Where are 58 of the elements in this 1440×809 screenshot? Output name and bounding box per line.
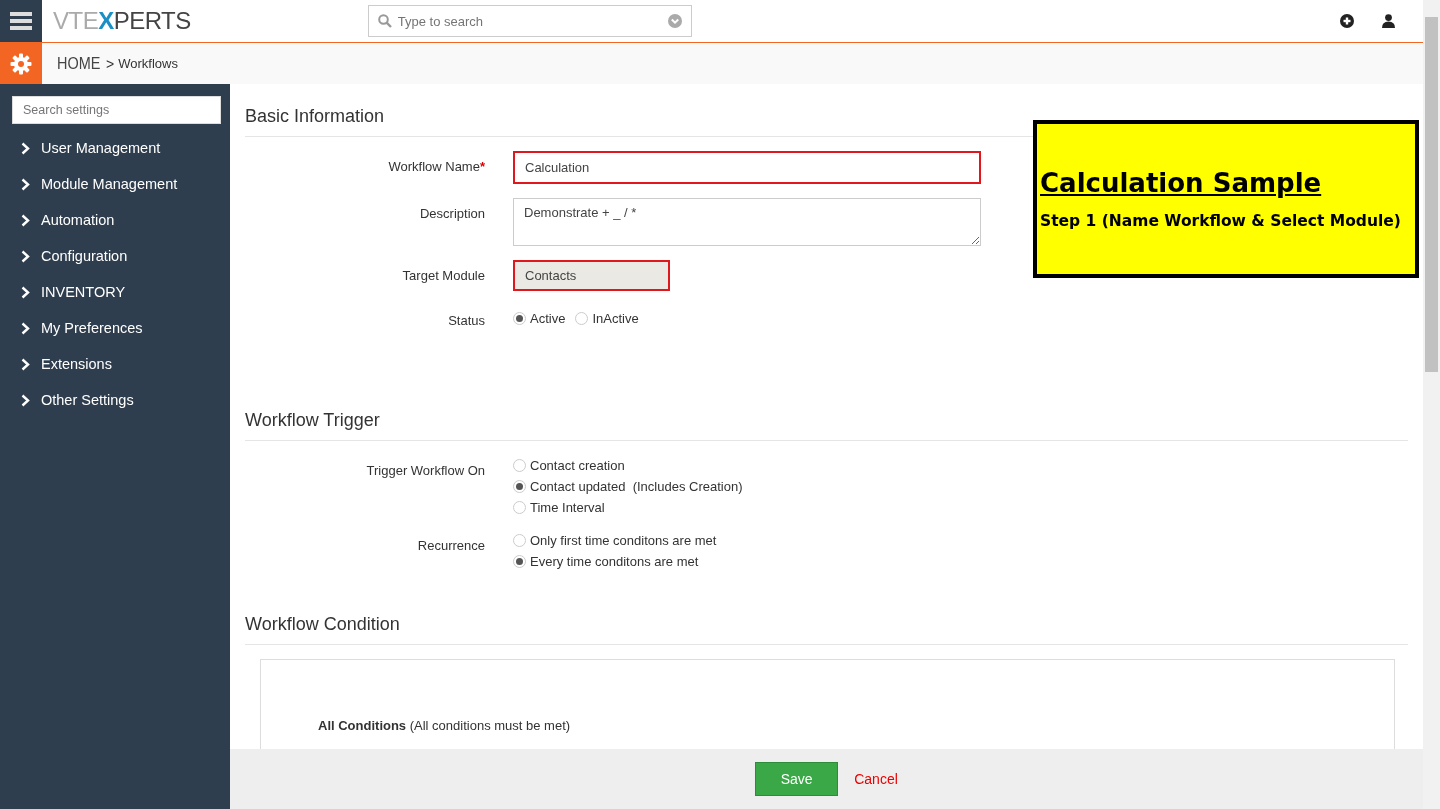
sidebar-item[interactable]: Automation: [0, 202, 230, 238]
scrollbar[interactable]: [1423, 0, 1440, 809]
sidebar-item[interactable]: Other Settings: [0, 382, 230, 418]
chevron-icon: [21, 177, 30, 191]
chevron-icon: [21, 141, 30, 155]
breadcrumb-home[interactable]: HOME: [57, 53, 101, 74]
option-label: Every time conditons are met: [530, 553, 699, 569]
description-field[interactable]: Demonstrate + _ / *: [513, 198, 981, 246]
menu-icon: [10, 12, 32, 30]
sidebar-item[interactable]: Configuration: [0, 238, 230, 274]
radio-button[interactable]: [513, 554, 526, 568]
option-label: Active: [530, 310, 566, 326]
chevron-icon: [21, 321, 30, 335]
user-icon[interactable]: [1382, 14, 1395, 28]
sidebar-item[interactable]: Extensions: [0, 346, 230, 382]
breadcrumb-separator: >: [106, 55, 115, 72]
field-label: Trigger Workflow On: [365, 462, 486, 478]
sidebar-item[interactable]: User Management: [0, 130, 230, 166]
radio-button[interactable]: [513, 533, 526, 547]
chevron-icon: [21, 357, 30, 371]
section-title: Workflow Trigger: [245, 388, 1408, 441]
option-label: Contact updated (Includes Creation): [530, 478, 743, 494]
workflow-name-field[interactable]: Calculation: [513, 151, 981, 184]
dropdown-icon[interactable]: [667, 14, 682, 28]
radio-button[interactable]: [513, 479, 526, 493]
sidebar-item[interactable]: My Preferences: [0, 310, 230, 346]
option-label: InActive: [592, 310, 639, 326]
callout-title: Calculation Sample: [1040, 168, 1323, 198]
chevron-icon: [21, 285, 30, 299]
radio-button[interactable]: [513, 500, 526, 514]
logo: VTEXPERTS: [53, 7, 191, 35]
radio-button[interactable]: [513, 311, 526, 325]
option-label: Only first time conditons are met: [530, 532, 717, 548]
section-title: Workflow Condition: [245, 592, 1408, 645]
menu-button[interactable]: [0, 0, 42, 42]
radio-button[interactable]: [575, 311, 589, 325]
sidebar-item[interactable]: INVENTORY: [0, 274, 230, 310]
conditions-heading: All Conditions (All conditions must be met): [318, 718, 571, 733]
option-label: Contact creation: [530, 457, 625, 473]
sidebar-item[interactable]: Module Management: [0, 166, 230, 202]
field-label: Workflow Name*: [387, 158, 486, 174]
option-label: Time Interval: [530, 499, 605, 515]
field-label: Target Module: [401, 267, 486, 283]
add-icon[interactable]: [1340, 14, 1354, 28]
field-label: Description: [418, 205, 486, 221]
radio-button[interactable]: [513, 458, 526, 472]
target-module-field[interactable]: Contacts: [513, 260, 670, 291]
chevron-icon: [21, 249, 30, 263]
cancel-link[interactable]: Cancel: [854, 771, 898, 787]
breadcrumb-current: Workflows: [118, 56, 178, 71]
chevron-icon: [21, 213, 30, 227]
field-label: Status: [447, 312, 486, 328]
settings-search-field[interactable]: Search settings: [12, 96, 221, 124]
field-label: Recurrence: [416, 537, 486, 553]
callout-subtitle: Step 1 (Name Workflow & Select Module): [1040, 212, 1402, 230]
search-field[interactable]: Type to search: [367, 5, 692, 37]
chevron-icon: [21, 393, 30, 407]
settings-icon: [10, 52, 32, 75]
